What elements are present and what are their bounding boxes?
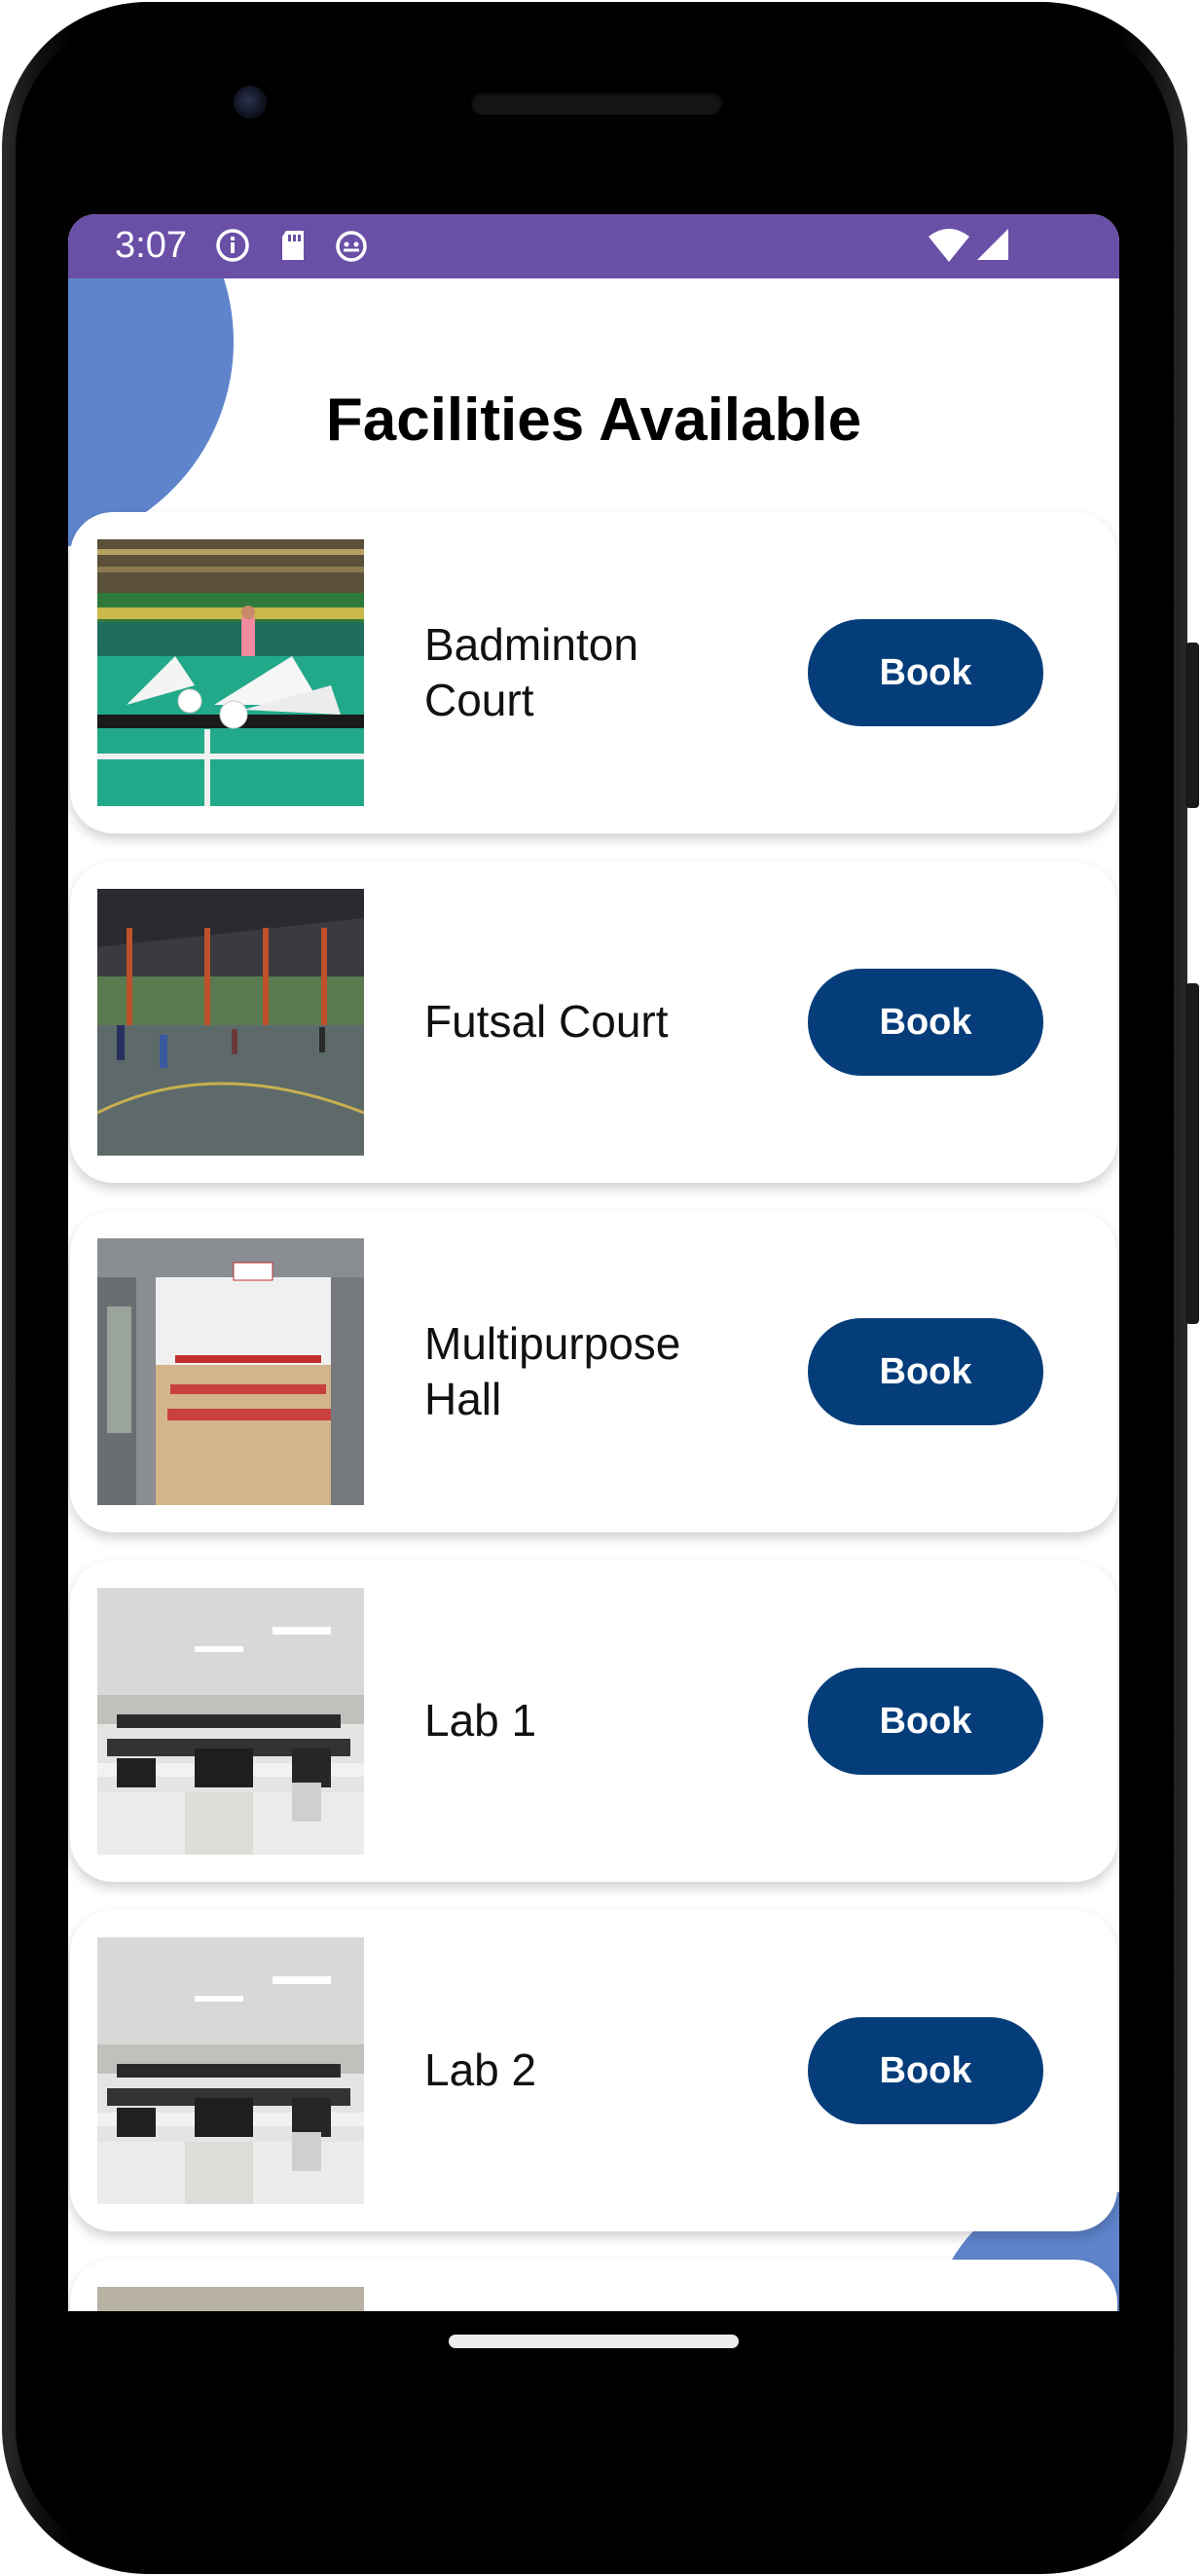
status-bar: 3:07: [68, 214, 1119, 278]
facility-name: Futsal Court: [424, 996, 669, 1048]
facility-card-partial: [70, 2260, 1117, 2311]
signal-icon: [977, 229, 1008, 260]
page-title: Facilities Available: [325, 386, 862, 454]
facility-name: Lab 2: [424, 2044, 537, 2096]
multipurpose-hall-photo: [97, 1238, 364, 1505]
facility-name: Badminton Court: [424, 618, 638, 726]
book-button[interactable]: Book: [808, 969, 1043, 1076]
wifi-icon: [929, 229, 969, 262]
android-debug-icon: [336, 231, 367, 262]
facility-photo: [97, 2287, 364, 2311]
power-button: [1185, 643, 1199, 808]
facility-card-lab-1: Lab 1 Book: [70, 1561, 1117, 1882]
facility-card-lab-2: Lab 2 Book: [70, 1910, 1117, 2231]
status-time: 3:07: [115, 225, 187, 266]
facilities-page: Facilities Available Badminton Court Boo…: [68, 278, 1119, 2311]
book-button[interactable]: Book: [808, 1318, 1043, 1425]
front-camera: [234, 86, 267, 119]
futsal-court-photo: [97, 889, 364, 1156]
info-icon: [216, 229, 249, 262]
computer-lab-photo: [97, 1937, 364, 2204]
sd-card-icon: [282, 231, 304, 260]
badminton-court-photo: [97, 539, 364, 806]
book-button[interactable]: Book: [808, 1668, 1043, 1775]
facility-card-badminton: Badminton Court Book: [70, 512, 1117, 833]
facility-card-multipurpose-hall: Multipurpose Hall Book: [70, 1211, 1117, 1532]
computer-lab-photo: [97, 1588, 364, 1855]
facility-name: Lab 1: [424, 1695, 537, 1747]
home-indicator[interactable]: [449, 2335, 739, 2348]
book-button[interactable]: Book: [808, 2017, 1043, 2124]
facility-card-futsal: Futsal Court Book: [70, 862, 1117, 1183]
facility-name: Multipurpose Hall: [424, 1317, 681, 1425]
earpiece-speaker: [471, 92, 722, 115]
app-screen: 3:07 Facilities Available Badminton Cour…: [68, 214, 1119, 2311]
volume-button: [1185, 983, 1199, 1324]
book-button[interactable]: Book: [808, 619, 1043, 726]
